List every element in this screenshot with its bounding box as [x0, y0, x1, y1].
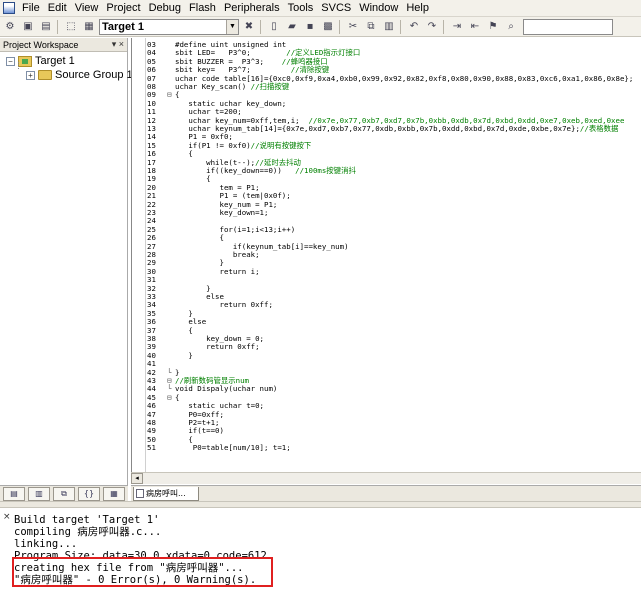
file-tab-label: 病房呼叫...: [146, 489, 186, 498]
new-file-icon[interactable]: ▯: [266, 19, 282, 35]
save-icon[interactable]: ▣: [20, 19, 36, 35]
menu-svcs[interactable]: SVCS: [317, 2, 355, 14]
code-text: void Dispaly(uchar num): [175, 384, 278, 394]
regs-tab[interactable]: ▦: [103, 486, 125, 501]
tree-item-label: Source Group 1: [55, 69, 133, 81]
menu-peripherals[interactable]: Peripherals: [220, 2, 284, 14]
fold-marker-icon[interactable]: [167, 443, 175, 452]
tree-item-source-group[interactable]: + Source Group 1: [26, 68, 133, 82]
bookmark-icon[interactable]: ⚑: [485, 19, 501, 35]
menu-project[interactable]: Project: [102, 2, 144, 14]
build-icon[interactable]: ▦: [81, 19, 97, 35]
outdent-icon[interactable]: ⇤: [467, 19, 483, 35]
workspace-title: Project Workspace: [3, 39, 79, 50]
code-comment: //表格数据: [579, 124, 619, 133]
functions-tab[interactable]: ⧉: [53, 486, 75, 501]
editor-file-tabs: 病房呼叫...: [131, 485, 641, 501]
menu-tools[interactable]: Tools: [284, 2, 318, 14]
chevron-down-icon[interactable]: ▼: [226, 19, 238, 34]
output-line: compiling 病房呼叫器.c...: [14, 526, 162, 538]
toolbar-separator: [400, 19, 401, 34]
result-highlight-box: [12, 557, 273, 587]
scroll-left-icon[interactable]: ◂: [131, 473, 143, 484]
undo-icon[interactable]: ↶: [406, 19, 422, 35]
toolbar: ⚙ ▣ ▤ ⬚ ▦ Target 1 ▼ ✖ ▯ ▰ ▪ ▩ ✂ ⧉ ▥ ↶ ↷ ⇥ ⇤ ⚑ ⌕: [0, 17, 641, 37]
code-comment: //100ms按键消抖: [281, 166, 356, 175]
menu-help[interactable]: Help: [402, 2, 433, 14]
books-tab[interactable]: ▥: [28, 486, 50, 501]
find-icon[interactable]: ⌕: [503, 19, 519, 35]
menu-view[interactable]: View: [71, 2, 103, 14]
collapse-icon[interactable]: −: [6, 56, 15, 66]
file-tab[interactable]: 病房呼叫...: [133, 487, 199, 501]
toolbar-separator: [57, 19, 58, 34]
code-comment: //扫描按键: [246, 82, 290, 91]
menu-flash[interactable]: Flash: [185, 2, 220, 14]
tree-connector: [18, 62, 19, 69]
expand-icon[interactable]: +: [26, 70, 35, 80]
menu-debug[interactable]: Debug: [145, 2, 185, 14]
close-icon[interactable]: ×: [3, 512, 11, 522]
workspace-title-bar: Project Workspace ▾ ×: [0, 38, 127, 52]
folder-icon: [38, 70, 52, 80]
translate-icon[interactable]: ⬚: [63, 19, 79, 35]
menu-file[interactable]: File: [18, 2, 44, 14]
save-all-icon[interactable]: ▩: [320, 19, 336, 35]
panel-splitter[interactable]: [0, 501, 641, 508]
code-text: }: [175, 350, 193, 360]
output-line: Build target 'Target 1': [14, 514, 160, 526]
open-file-icon[interactable]: ▰: [284, 19, 300, 35]
code-comment: //说明有按键按下: [250, 140, 312, 150]
file-icon: [136, 489, 144, 498]
code-editor[interactable]: 03 #define uint unsigned int 04 sbit LED=…: [131, 38, 641, 472]
redo-icon[interactable]: ↷: [424, 19, 440, 35]
code-text: key_down=1;: [175, 208, 269, 217]
output-line: linking...: [14, 538, 78, 550]
code-text: return i;: [175, 266, 260, 276]
app-icon: [3, 2, 15, 14]
menu-edit[interactable]: Edit: [44, 2, 71, 14]
templates-tab[interactable]: {}: [78, 486, 100, 501]
toolbar-separator: [339, 19, 340, 34]
rebuild-icon[interactable]: ✖: [241, 19, 257, 35]
copy-icon[interactable]: ⧉: [363, 19, 379, 35]
files-tab[interactable]: ▤: [3, 486, 25, 501]
toolbar-separator: [443, 19, 444, 34]
line-number: 51: [147, 443, 156, 453]
tree-item-target[interactable]: − Target 1: [6, 54, 75, 68]
code-text: uchar Key_scan(): [175, 82, 247, 91]
indent-icon[interactable]: ⇥: [449, 19, 465, 35]
paste-icon[interactable]: ▥: [381, 19, 397, 35]
project-workspace: Project Workspace ▾ × − Target 1 + Sourc…: [0, 38, 133, 501]
menu-bar: File Edit View Project Debug Flash Peripherals…: [0, 0, 641, 17]
target-options-icon[interactable]: ▤: [38, 19, 54, 35]
target-select[interactable]: Target 1 ▼: [99, 18, 239, 35]
code-text: P0=table[num/10]; t=1;: [175, 443, 291, 453]
toolbar-separator: [260, 19, 261, 34]
menu-window[interactable]: Window: [355, 2, 402, 14]
tree-item-label: Target 1: [35, 55, 75, 67]
find-input[interactable]: [523, 18, 613, 35]
target-icon: [18, 55, 32, 67]
save-file-icon[interactable]: ▪: [302, 19, 318, 35]
target-select-value: Target 1: [102, 20, 144, 33]
workspace-tabs: ▤ ▥ ⧉{} ▦: [0, 485, 128, 501]
code-text: uchar keynum_tab[14]={0x7e,0xd7,0xb7,0x7…: [175, 124, 580, 133]
open-icon[interactable]: ⚙: [2, 19, 18, 35]
workspace-controls[interactable]: ▾ ×: [112, 39, 124, 50]
editor-gutter[interactable]: [132, 38, 146, 472]
editor-horizontal-scrollbar[interactable]: ◂: [131, 472, 641, 484]
code-line[interactable]: 51 P0=table[num/10]; t=1;: [147, 443, 291, 452]
cut-icon[interactable]: ✂: [345, 19, 361, 35]
